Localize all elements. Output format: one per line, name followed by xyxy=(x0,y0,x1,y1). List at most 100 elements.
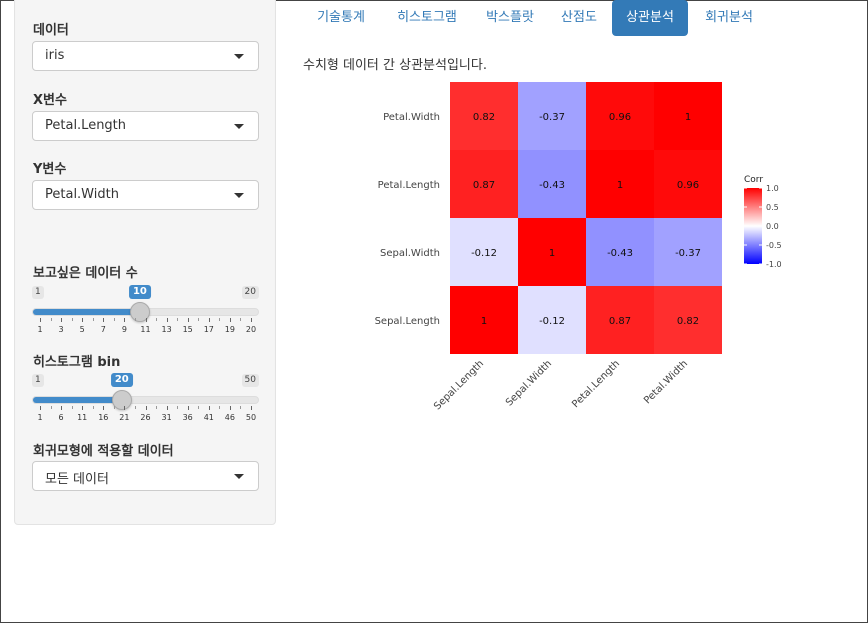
slider-tick xyxy=(82,406,84,410)
slider-tick-label: 6 xyxy=(58,413,64,422)
heatmap-cell-label: 0.82 xyxy=(677,316,699,327)
tab-descriptive-stats[interactable]: 기술통계 xyxy=(303,0,379,36)
slider-tick-label: 3 xyxy=(58,325,64,334)
slider-tick xyxy=(124,318,126,322)
slider-fill xyxy=(33,309,141,315)
data-select[interactable]: iris xyxy=(32,41,259,71)
slider-tick-label: 5 xyxy=(79,325,85,334)
y-variable-label: Y변수 xyxy=(33,162,67,177)
slider-tick xyxy=(145,406,147,410)
slider-tick-label: 15 xyxy=(182,325,193,334)
slider-minor-tick xyxy=(50,318,52,321)
heatmap-cell-label: -0.37 xyxy=(539,112,565,123)
slider-fill xyxy=(33,397,123,403)
slider-tick-label: 36 xyxy=(182,413,193,422)
slider-minor-tick xyxy=(134,406,136,409)
slider-minor-tick xyxy=(71,318,73,321)
slider-min-label: 1 xyxy=(32,374,44,387)
slider-tick-label: 13 xyxy=(161,325,172,334)
slider-tick-label: 1 xyxy=(37,325,43,334)
chevron-down-icon xyxy=(234,193,244,198)
slider-max-label: 20 xyxy=(241,286,259,299)
data-count-slider[interactable]: 1 20 10 1 3 5 7 9 11 13 15 17 19 20 xyxy=(32,285,259,346)
slider-tick xyxy=(103,406,105,410)
slider-tick-label: 7 xyxy=(100,325,106,334)
x-variable-select[interactable]: Petal.Length xyxy=(32,111,259,141)
slider-minor-tick xyxy=(240,318,242,321)
tab-correlation[interactable]: 상관분석 xyxy=(612,0,688,36)
heatmap-cell-label: 1 xyxy=(617,180,623,191)
heatmap-cell-label: 1 xyxy=(685,112,691,123)
slider-tick xyxy=(229,318,231,322)
slider-tick-label: 11 xyxy=(77,413,88,422)
slider-tick-label: 9 xyxy=(121,325,127,334)
heatmap-cell-label: 0.87 xyxy=(609,316,631,327)
tab-regression[interactable]: 회귀분석 xyxy=(691,0,767,36)
slider-minor-tick xyxy=(177,406,179,409)
slider-tick xyxy=(166,318,168,322)
slider-max-label: 50 xyxy=(241,374,259,387)
slider-tick xyxy=(251,406,252,410)
legend-tick-label: -1.0 xyxy=(766,260,782,269)
slider-tick-label: 1 xyxy=(37,413,43,422)
y-tick-label: Petal.Width xyxy=(383,112,440,123)
slider-minor-tick xyxy=(156,406,158,409)
slider-tick xyxy=(166,406,168,410)
tab-histogram[interactable]: 히스토그램 xyxy=(383,0,471,36)
slider-tick-label: 46 xyxy=(224,413,235,422)
slider-tick-label: 41 xyxy=(203,413,214,422)
heatmap-cell-label: 0.96 xyxy=(677,180,699,191)
y-variable-select[interactable]: Petal.Width xyxy=(32,180,259,210)
slider-tick xyxy=(103,318,105,322)
slider-tick xyxy=(40,318,41,322)
slider-tick xyxy=(61,318,63,322)
x-variable-value: Petal.Length xyxy=(45,118,127,133)
slider-tick xyxy=(187,406,189,410)
slider-min-label: 1 xyxy=(32,286,44,299)
data-label: 데이터 xyxy=(33,23,69,38)
slider-minor-tick xyxy=(134,318,136,321)
slider-minor-tick xyxy=(113,318,115,321)
legend-title: Corr xyxy=(744,175,763,185)
regression-data-label: 회귀모형에 적용할 데이터 xyxy=(33,444,174,459)
slider-tick xyxy=(251,318,252,322)
x-tick-label: Petal.Width xyxy=(642,358,690,406)
slider-minor-tick xyxy=(198,406,200,409)
heatmap-cell-label: 0.82 xyxy=(473,112,495,123)
slider-minor-tick xyxy=(240,406,242,409)
slider-tick-label: 21 xyxy=(119,413,130,422)
x-tick-label: Sepal.Width xyxy=(504,358,554,408)
slider-minor-tick xyxy=(113,406,115,409)
heatmap-cell-label: -0.43 xyxy=(539,180,565,191)
slider-minor-tick xyxy=(71,406,73,409)
slider-tick xyxy=(124,406,126,410)
legend-tick-label: 1.0 xyxy=(766,184,779,193)
data-select-value: iris xyxy=(45,48,65,63)
y-variable-value: Petal.Width xyxy=(45,187,119,202)
slider-track[interactable] xyxy=(32,396,259,404)
slider-tick-label: 11 xyxy=(140,325,151,334)
regression-data-select[interactable]: 모든 데이터 xyxy=(32,461,259,491)
histogram-bin-slider[interactable]: 1 50 20 1 6 11 16 21 26 31 36 41 46 50 xyxy=(32,373,259,434)
y-tick-label: Petal.Length xyxy=(378,180,440,191)
slider-tick xyxy=(229,406,231,410)
heatmap-cell-label: 0.96 xyxy=(609,112,631,123)
sidebar-panel: 데이터 iris X변수 Petal.Length Y변수 Petal.Widt… xyxy=(14,0,276,525)
y-tick-label: Sepal.Length xyxy=(375,316,440,327)
tab-scatterplot[interactable]: 산점도 xyxy=(549,0,609,36)
slider-minor-tick xyxy=(177,318,179,321)
tab-boxplot[interactable]: 박스플랏 xyxy=(473,0,547,36)
slider-tick xyxy=(187,318,189,322)
regression-data-value: 모든 데이터 xyxy=(45,472,109,487)
slider-tick-label: 17 xyxy=(203,325,214,334)
legend-tick-label: 0.0 xyxy=(766,222,779,231)
y-tick-label: Sepal.Width xyxy=(380,248,440,259)
slider-tick-label: 26 xyxy=(140,413,151,422)
slider-tick xyxy=(145,318,147,322)
correlation-heatmap: 0.82 -0.37 0.96 1 0.87 -0.43 1 0.96 -0.12 1 -0.43 -… xyxy=(375,82,782,412)
slider-tick-label: 19 xyxy=(224,325,235,334)
slider-minor-tick xyxy=(92,406,94,409)
slider-minor-tick xyxy=(50,406,52,409)
slider-value-label: 10 xyxy=(128,285,151,299)
slider-tick xyxy=(61,406,63,410)
